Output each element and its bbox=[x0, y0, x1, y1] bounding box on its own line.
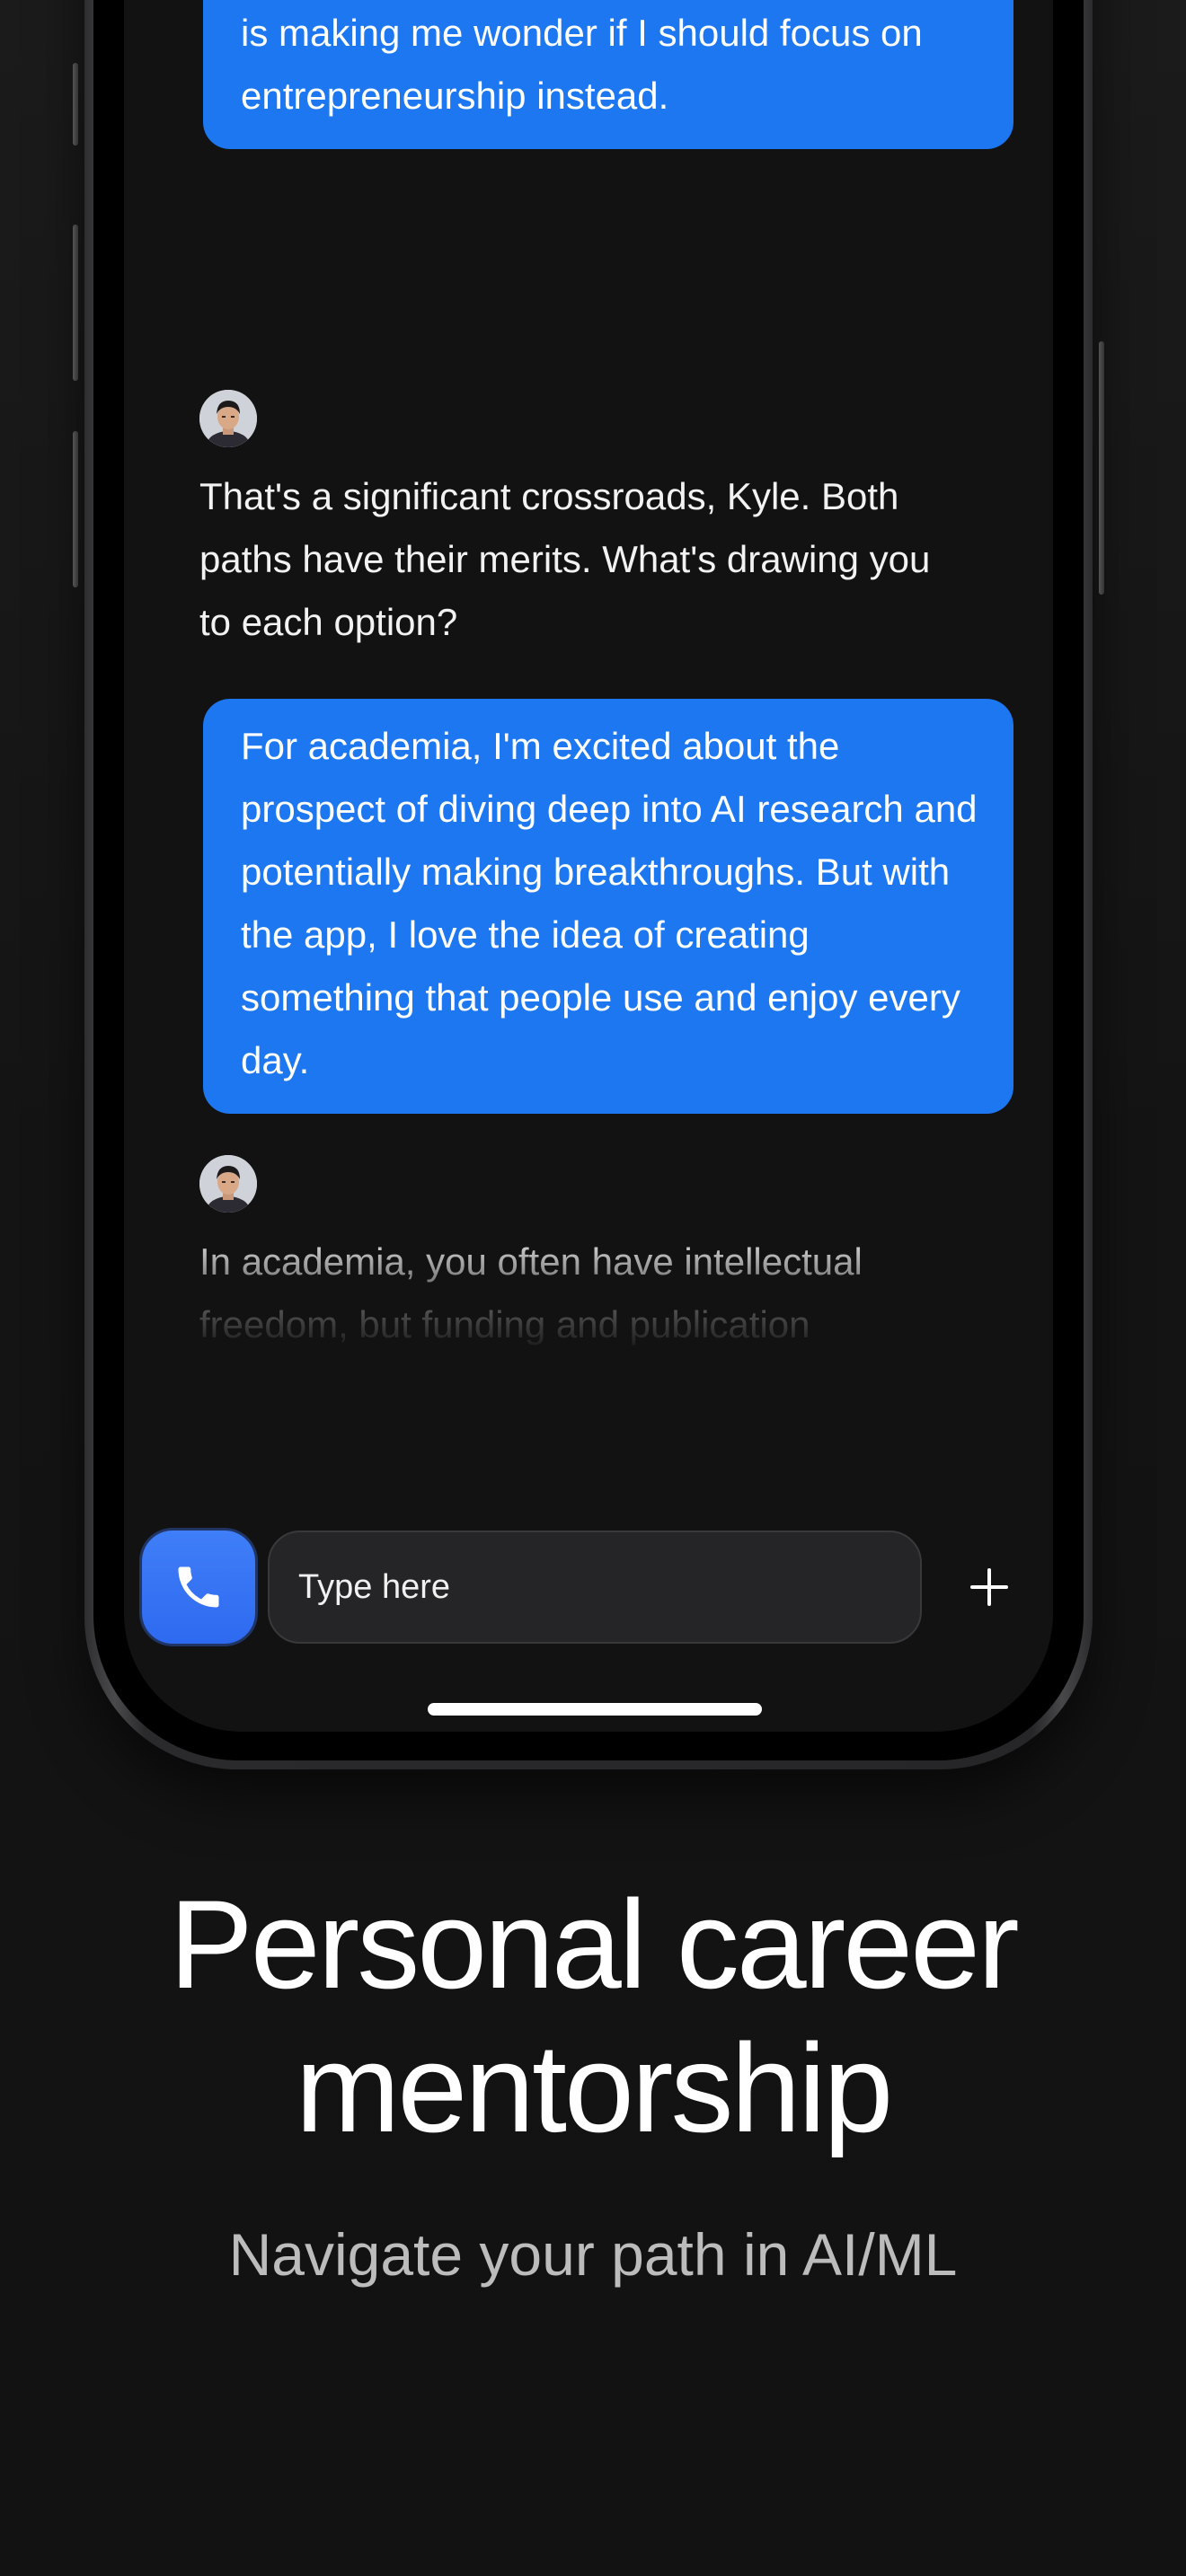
avatar-photo bbox=[199, 1155, 257, 1213]
plus-icon bbox=[970, 1568, 1008, 1606]
user-message-bubble: For academia, I'm excited about the pros… bbox=[203, 699, 1013, 1114]
phone-mockup: I'm trying to decide between pursuing a … bbox=[73, 0, 1104, 1769]
headline-title: Personal career mentorship bbox=[169, 1874, 1019, 2158]
headline-subtitle: Navigate your path in AI/ML bbox=[228, 2221, 958, 2288]
phone-screen: I'm trying to decide between pursuing a … bbox=[124, 0, 1053, 1732]
assistant-message: That's a significant crossroads, Kyle. B… bbox=[199, 475, 931, 643]
user-message-bubble: I'm trying to decide between pursuing a … bbox=[203, 0, 1013, 149]
message-input[interactable] bbox=[268, 1531, 922, 1644]
home-indicator[interactable] bbox=[428, 1703, 762, 1716]
phone-volume-up-button bbox=[73, 225, 78, 381]
phone-power-button bbox=[1099, 341, 1104, 595]
phone-volume-down-button bbox=[73, 431, 78, 587]
phone-icon bbox=[178, 1566, 219, 1608]
phone-side-button bbox=[73, 63, 78, 146]
phone-bezel: I'm trying to decide between pursuing a … bbox=[93, 0, 1084, 1760]
add-attachment-button[interactable] bbox=[949, 1547, 1030, 1628]
call-button[interactable] bbox=[142, 1531, 255, 1644]
avatar-photo bbox=[199, 390, 257, 447]
assistant-avatar bbox=[199, 1155, 257, 1213]
assistant-message: In academia, you often have intellectual… bbox=[199, 1240, 863, 1408]
assistant-avatar bbox=[199, 390, 257, 447]
